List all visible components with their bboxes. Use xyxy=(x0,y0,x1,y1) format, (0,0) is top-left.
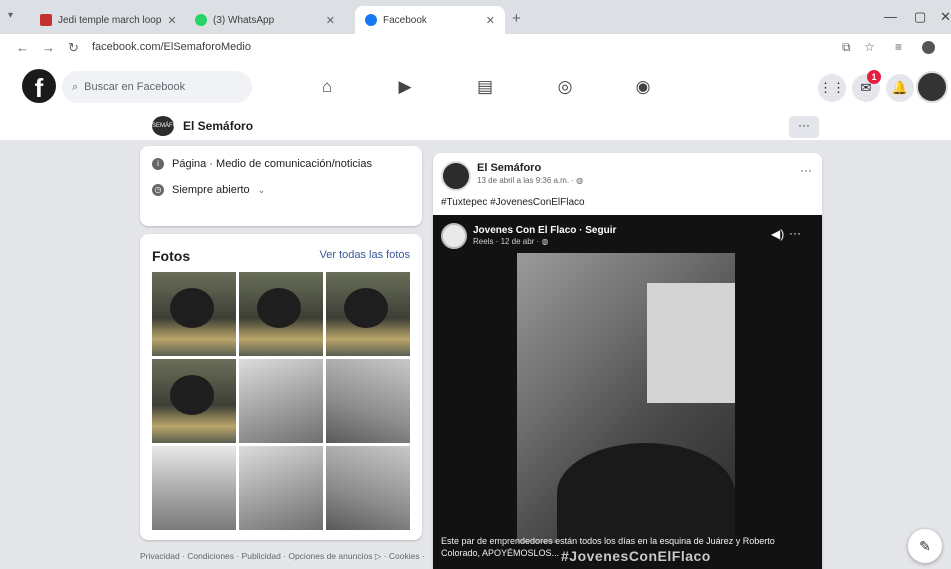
page-hours: Siempre abierto xyxy=(172,184,250,196)
new-tab-button[interactable]: + xyxy=(512,10,521,27)
intro-card: i Página · Medio de comunicación/noticia… xyxy=(140,146,422,226)
page-category: Página · Medio de comunicación/noticias xyxy=(172,158,372,170)
photos-card: Fotos Ver todas las fotos xyxy=(140,234,422,540)
video-frame[interactable] xyxy=(517,253,735,543)
groups-icon[interactable]: ◎ xyxy=(552,74,578,100)
notification-badge: 1 xyxy=(867,70,881,84)
photo-thumbnail[interactable] xyxy=(152,446,236,530)
marketplace-icon[interactable]: ▤ xyxy=(472,74,498,100)
tab-search-icon[interactable]: ▾ xyxy=(8,10,13,21)
tab-title: Jedi temple march loop xyxy=(58,14,162,26)
gaming-icon[interactable]: ◉ xyxy=(630,74,656,100)
search-icon: ⌕ xyxy=(72,80,79,93)
cast-icon[interactable]: ⧉ xyxy=(842,40,851,55)
photos-title: Fotos xyxy=(152,248,191,264)
bookmark-star-icon[interactable]: ☆ xyxy=(864,40,875,54)
photo-thumbnail[interactable] xyxy=(239,359,323,443)
tab-jedi[interactable]: Jedi temple march loop ✕ xyxy=(30,6,180,34)
facebook-header: f ⌕ Buscar en Facebook ⌂ ▶ ▤ ◎ ◉ ⋮⋮ ✉ 1 … xyxy=(0,62,951,112)
close-icon[interactable]: ✕ xyxy=(486,14,495,27)
post-hashtags[interactable]: #Tuxtepec #JovenesConElFlaco xyxy=(441,197,585,208)
photo-thumbnail[interactable] xyxy=(326,446,410,530)
photo-thumbnail[interactable] xyxy=(152,272,236,356)
footer-links[interactable]: Privacidad · Condiciones · Publicidad · … xyxy=(140,551,425,562)
reel-time-text: Reels · 12 de abr · xyxy=(473,237,542,246)
post-author-avatar[interactable] xyxy=(441,161,471,191)
page-title[interactable]: El Semáforo xyxy=(183,119,253,133)
post-card: El Semáforo 13 de abril a las 9:36 a.m. … xyxy=(433,153,822,569)
tab-title: Facebook xyxy=(383,14,427,26)
chevron-down-icon[interactable]: ⌄ xyxy=(258,185,266,196)
page-logo[interactable]: SEMÁFORO xyxy=(152,116,186,136)
extensions-icon[interactable]: ≡ xyxy=(895,40,902,54)
close-icon[interactable]: ✕ xyxy=(167,14,176,27)
clock-icon: ◷ xyxy=(152,184,164,196)
post-time-text: 13 de abril a las 9:36 a.m. · xyxy=(477,176,577,185)
reel-overlay-hashtag: #JovenesConElFlaco xyxy=(561,548,711,564)
account-avatar[interactable] xyxy=(916,71,948,103)
globe-icon: ◍ xyxy=(576,176,584,185)
reel-more-button[interactable]: ··· xyxy=(789,226,801,240)
more-options-button[interactable]: ··· xyxy=(789,116,819,138)
whatsapp-icon xyxy=(195,14,207,26)
globe-icon: ◍ xyxy=(541,237,549,246)
photo-thumbnail[interactable] xyxy=(239,272,323,356)
video-icon[interactable]: ▶ xyxy=(392,74,418,100)
forward-icon[interactable]: → xyxy=(42,40,55,55)
url-field[interactable]: facebook.com/ElSemaforoMedio xyxy=(92,41,251,53)
photo-grid xyxy=(152,272,410,530)
tab-title: (3) WhatsApp xyxy=(213,14,275,26)
search-placeholder: Buscar en Facebook xyxy=(84,81,186,93)
reload-icon[interactable]: ↻ xyxy=(68,40,79,56)
photo-thumbnail[interactable] xyxy=(326,359,410,443)
reel-timestamp: Reels · 12 de abr · ◍ xyxy=(473,237,548,246)
see-all-photos-link[interactable]: Ver todas las fotos xyxy=(320,249,411,261)
photo-thumbnail[interactable] xyxy=(326,272,410,356)
browser-tab-strip: ▾ Jedi temple march loop ✕ (3) WhatsApp … xyxy=(0,0,951,34)
post-author[interactable]: El Semáforo xyxy=(477,162,541,174)
tab-facebook[interactable]: Facebook ✕ xyxy=(355,6,505,34)
profile-icon[interactable] xyxy=(922,41,935,54)
category-row: i Página · Medio de comunicación/noticia… xyxy=(152,158,372,170)
hours-row[interactable]: ◷ Siempre abierto ⌄ xyxy=(152,184,265,196)
close-icon[interactable]: ✕ xyxy=(326,14,335,27)
facebook-icon xyxy=(365,14,377,26)
reel-author-avatar[interactable] xyxy=(441,223,467,249)
search-input[interactable]: ⌕ Buscar en Facebook xyxy=(62,71,252,103)
notifications-bell-icon[interactable]: 🔔 xyxy=(886,74,914,102)
reel-author[interactable]: Jovenes Con El Flaco · Seguir xyxy=(473,225,616,236)
photo-thumbnail[interactable] xyxy=(152,359,236,443)
close-window-button[interactable]: ✕ xyxy=(940,9,951,25)
tab-whatsapp[interactable]: (3) WhatsApp ✕ xyxy=(185,6,345,34)
address-bar-row: ← → ↻ facebook.com/ElSemaforoMedio ⧉ ☆ ≡ xyxy=(0,34,951,62)
post-timestamp[interactable]: 13 de abril a las 9:36 a.m. · ◍ xyxy=(477,176,583,185)
facebook-logo-icon[interactable]: f xyxy=(22,69,56,103)
new-message-button[interactable]: ✎ xyxy=(908,529,942,563)
post-more-button[interactable]: ··· xyxy=(800,163,812,177)
info-icon: i xyxy=(152,158,164,170)
menu-grid-icon[interactable]: ⋮⋮ xyxy=(818,74,846,102)
minimize-button[interactable]: — xyxy=(884,9,897,24)
photo-thumbnail[interactable] xyxy=(239,446,323,530)
back-icon[interactable]: ← xyxy=(16,40,29,55)
shared-reel[interactable]: Jovenes Con El Flaco · Seguir Reels · 12… xyxy=(433,215,822,569)
home-icon[interactable]: ⌂ xyxy=(314,74,340,100)
page-name-bar: SEMÁFORO El Semáforo ··· xyxy=(0,112,951,140)
youtube-icon xyxy=(40,14,52,26)
maximize-button[interactable]: ▢ xyxy=(914,9,926,25)
sound-icon[interactable]: ◀) xyxy=(771,227,784,241)
